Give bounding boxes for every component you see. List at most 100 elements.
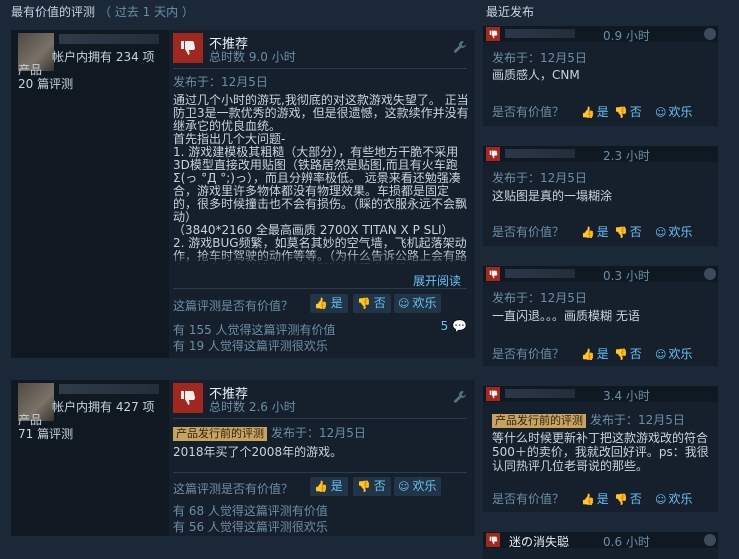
playtime-hours: 2.3 小时 xyxy=(603,149,650,163)
vote-funny-button[interactable]: ☺ 欢乐 xyxy=(394,294,442,313)
most-helpful-title: 最有价值的评测 xyxy=(11,5,96,19)
prerelease-badge: 产品发行前的评测 xyxy=(492,414,586,428)
posted-date: 产品发行前的评测 发布于：12月5日 xyxy=(492,411,685,428)
vote-yes-button[interactable]: 👍 是 xyxy=(581,490,609,507)
wrench-icon[interactable] xyxy=(453,390,467,404)
thumbs-down-icon[interactable] xyxy=(173,33,203,63)
vote-yes-label: 是 xyxy=(330,479,343,493)
recent-review-header[interactable]: 0.3 小时 xyxy=(483,266,718,283)
helpful-question: 是否有价值？ xyxy=(492,225,565,239)
most-helpful-column: 最有价值的评测（ 过去 1 天内 ） 帐户内拥有 234 项 产品 20 篇评测… xyxy=(0,0,475,536)
vote-no-label: 否 xyxy=(629,347,642,361)
vote-funny-button[interactable]: ☺ 欢乐 xyxy=(655,103,692,120)
posted-date: 发布于：12月5日 xyxy=(492,291,587,305)
author-name-blurred[interactable] xyxy=(59,34,159,44)
thumbs-down-icon xyxy=(486,533,500,547)
vote-yes-button[interactable]: 👍 是 xyxy=(581,103,609,120)
steam-icon xyxy=(704,28,716,40)
playtime-hours: 0.6 小时 xyxy=(603,535,650,549)
text-fade xyxy=(173,252,469,266)
posted-date-text: 发布于：12月5日 xyxy=(271,426,366,440)
review-body: 通过几个小时的游玩,我彻底的对这款游戏失望了。 正当防卫3是一款优秀的游戏，但是… xyxy=(173,94,469,264)
posted-date: 发布于：12月5日 xyxy=(173,75,268,89)
helpful-question: 是否有价值？ xyxy=(492,347,565,361)
vote-yes-button[interactable]: 👍 是 xyxy=(310,294,348,313)
helpful-count: 有 155 人觉得这篇评测有价值 xyxy=(173,323,336,337)
vote-no-button[interactable]: 👎 否 xyxy=(353,294,391,313)
vote-funny-button[interactable]: ☺ 欢乐 xyxy=(655,490,692,507)
author-name[interactable]: 迷の消失聪 xyxy=(509,533,569,550)
vote-funny-label: 欢乐 xyxy=(412,479,437,493)
vote-no-button[interactable]: 👎 否 xyxy=(614,103,642,120)
review-count[interactable]: 71 篇评测 xyxy=(18,425,73,442)
thumbs-down-small-icon: 👎 xyxy=(357,480,371,493)
author-name-blurred[interactable] xyxy=(505,149,575,158)
helpful-count: 有 68 人觉得这篇评测有价值 xyxy=(173,504,328,518)
posted-date: 发布于：12月5日 xyxy=(492,51,587,65)
review-card: 帐户内拥有 234 项 产品 20 篇评测 不推荐 总时数 9.0 小时 发布于… xyxy=(11,30,475,358)
vote-no-button[interactable]: 👎 否 xyxy=(614,223,642,240)
comments-link[interactable]: 5 💬 xyxy=(441,319,467,333)
divider xyxy=(173,418,467,419)
thumbs-down-small-icon: 👎 xyxy=(614,226,628,239)
thumbs-up-icon: 👍 xyxy=(581,348,595,361)
vote-funny-button[interactable]: ☺ 欢乐 xyxy=(394,477,442,496)
prerelease-badge: 产品发行前的评测 xyxy=(173,427,267,441)
recent-review-header[interactable]: 迷の消失聪 0.6 小时 xyxy=(483,532,718,550)
recent-review-card: 0.3 小时 发布于：12月5日 一直闪退。。。画质模糊 无语 是否有价值？ 👍… xyxy=(483,266,718,366)
author-name-blurred[interactable] xyxy=(59,384,159,394)
recent-review-card: 2.3 小时 发布于：12月5日 这贴图是真的一塌糊涂 是否有价值？ 👍 是 👎 否… xyxy=(483,146,718,246)
thumbs-up-icon: 👍 xyxy=(314,480,328,493)
funny-icon: ☺ xyxy=(655,226,667,239)
steam-icon xyxy=(704,268,716,280)
thumbs-up-icon: 👍 xyxy=(314,297,328,310)
vote-no-button[interactable]: 👎 否 xyxy=(614,345,642,362)
funny-icon: ☺ xyxy=(655,493,667,506)
funny-icon: ☺ xyxy=(655,106,667,119)
recent-review-header[interactable]: 0.9 小时 xyxy=(483,26,718,43)
divider xyxy=(173,68,467,69)
vote-funny-button[interactable]: ☺ 欢乐 xyxy=(655,223,692,240)
review-content: 不推荐 总时数 9.0 小时 发布于：12月5日 通过几个小时的游玩,我彻底的对… xyxy=(173,30,475,358)
playtime-hours: 0.9 小时 xyxy=(603,29,650,43)
vote-funny-button[interactable]: ☺ 欢乐 xyxy=(655,345,692,362)
funny-icon: ☺ xyxy=(655,348,667,361)
owned-products-count: 帐户内拥有 427 项 xyxy=(52,400,155,414)
review-body: 2018年买了个2008年的游戏。 xyxy=(173,446,343,459)
vote-yes-button[interactable]: 👍 是 xyxy=(310,477,348,496)
review-body: 这贴图是真的一塌糊涂 xyxy=(492,189,613,203)
expand-link[interactable]: 展开阅读 xyxy=(413,272,461,289)
review-author-panel[interactable]: 帐户内拥有 234 项 产品 20 篇评测 xyxy=(11,30,169,358)
review-count[interactable]: 20 篇评测 xyxy=(18,75,73,92)
recent-review-header[interactable]: 2.3 小时 xyxy=(483,146,718,163)
wrench-icon[interactable] xyxy=(453,40,467,54)
author-name-blurred[interactable] xyxy=(505,269,575,278)
posted-date-text: 发布于：12月5日 xyxy=(590,413,685,427)
thumbs-down-small-icon: 👎 xyxy=(614,493,628,506)
vote-yes-label: 是 xyxy=(596,105,609,119)
review-author-panel[interactable]: 帐户内拥有 427 项 产品 71 篇评测 xyxy=(11,380,169,536)
review-content: 不推荐 总时数 2.6 小时 产品发行前的评测 发布于：12月5日 2018年买了… xyxy=(173,380,475,536)
playtime-hours: 0.3 小时 xyxy=(603,269,650,283)
posted-date: 发布于：12月5日 xyxy=(492,171,587,185)
vote-funny-label: 欢乐 xyxy=(668,225,693,239)
thumbs-down-icon[interactable] xyxy=(173,383,203,413)
funny-count: 有 56 人觉得这篇评测很欢乐 xyxy=(173,520,328,534)
vote-yes-label: 是 xyxy=(596,347,609,361)
helpful-question: 这篇评测是否有价值？ xyxy=(173,482,294,496)
author-name-blurred[interactable] xyxy=(505,29,575,38)
time-range-label: （ 过去 1 天内 ） xyxy=(99,5,194,19)
vote-yes-button[interactable]: 👍 是 xyxy=(581,345,609,362)
recent-review-header[interactable]: 3.4 小时 xyxy=(483,386,718,403)
thumbs-down-icon xyxy=(486,147,500,161)
vote-yes-button[interactable]: 👍 是 xyxy=(581,223,609,240)
vote-no-button[interactable]: 👎 否 xyxy=(353,477,391,496)
comment-count: 5 xyxy=(440,319,449,333)
thumbs-down-icon xyxy=(486,387,500,401)
author-name-blurred[interactable] xyxy=(505,389,575,398)
review-card: 帐户内拥有 427 项 产品 71 篇评测 不推荐 总时数 2.6 小时 产品发… xyxy=(11,380,475,536)
vote-no-button[interactable]: 👎 否 xyxy=(614,490,642,507)
helpful-question: 是否有价值？ xyxy=(492,105,565,119)
playtime-hours: 总时数 9.0 小时 xyxy=(209,50,296,64)
thumbs-down-icon xyxy=(486,27,500,41)
